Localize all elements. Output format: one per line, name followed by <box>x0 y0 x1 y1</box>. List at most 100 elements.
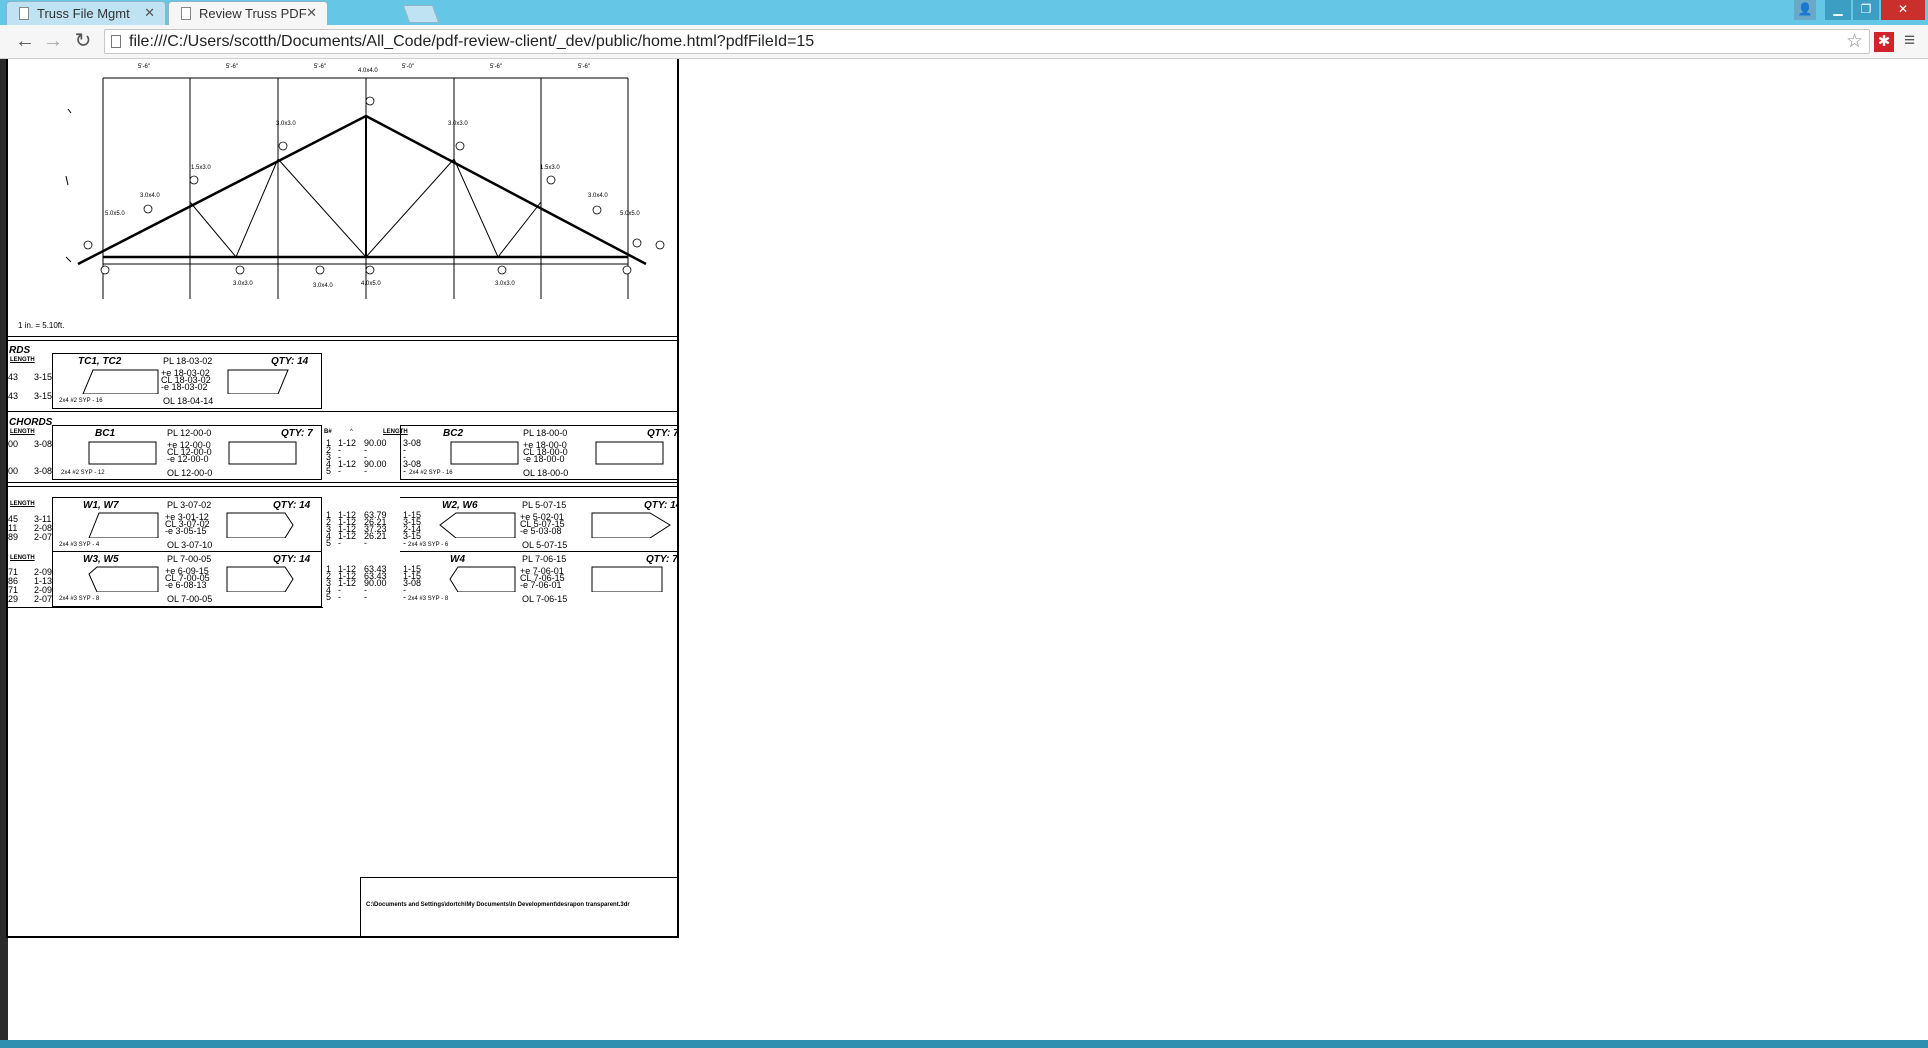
footer-path-box: C:\Documents and Settings\dortch\My Docu… <box>360 877 677 936</box>
new-tab-button[interactable] <box>402 5 440 23</box>
window-close-button[interactable]: ✕ <box>1881 0 1925 20</box>
section-heading: CHORDS <box>9 417 53 428</box>
member-ol: OL 18-04-14 <box>163 396 214 406</box>
back-button[interactable]: ← <box>14 30 36 52</box>
reload-button[interactable]: ↻ <box>72 30 94 52</box>
table-cell: 5 <box>326 592 332 602</box>
table-cell: 3-15 <box>34 391 53 401</box>
table-cell: - <box>338 538 341 548</box>
member-card-tc1-tc2: TC1, TC2 PL 18-03-02 QTY: 14 +e 18-03-02… <box>52 353 322 409</box>
member-ol: OL 18-00-0 <box>523 468 569 478</box>
dimension-label: 5'-6" <box>578 64 590 70</box>
column-header: LENGTH <box>10 555 35 561</box>
table-cell: 89 <box>8 532 19 542</box>
column-header: LENGTH <box>10 501 35 507</box>
page-content: 5'-6" 5'-6" 5'-6" 4.0x4.0 5'-0" 5'-6" 5'… <box>0 59 1928 1040</box>
plate-label: 3.0x4.0 <box>140 193 160 199</box>
divider <box>8 340 677 341</box>
plate-label: 3.0x3.0 <box>233 281 253 287</box>
member-shape <box>439 512 671 538</box>
member-lumber: 2x4 #3 SYP - 8 <box>408 596 449 602</box>
plate-label: 1.5x3.0 <box>540 165 560 171</box>
member-shape <box>88 441 297 465</box>
table-cell: 3-08 <box>34 439 53 449</box>
dimension-label: 5'-0" <box>402 64 414 70</box>
member-lumber: 2x4 #3 SYP - 4 <box>59 542 100 548</box>
plate-label: 3.0x3.0 <box>495 281 515 287</box>
table-cell: 90.00 <box>364 438 387 448</box>
member-ol: OL 3-07-10 <box>167 540 213 550</box>
plate-label: 3.0x3.0 <box>276 121 296 127</box>
page-icon <box>181 7 191 20</box>
table-cell: 00 <box>8 466 19 476</box>
plate-label: 3.0x4.0 <box>313 283 333 289</box>
url-text[interactable]: file:///C:/Users/scotth/Documents/All_Co… <box>129 33 814 51</box>
member-card-w3-w5: W3, W5 PL 7-00-05 QTY: 14 +e 6-09-15 CL … <box>52 551 322 607</box>
member-ol: OL 7-06-15 <box>522 594 568 604</box>
divider <box>8 336 677 337</box>
member-shape <box>449 566 663 592</box>
browser-titlebar: Truss File Mgmt ✕ Review Truss PDF ✕ 👤 ▁… <box>0 0 1928 25</box>
table-cell: 00 <box>8 439 19 449</box>
pdf-left-border <box>6 59 8 938</box>
member-shape <box>450 441 664 465</box>
pdf-page: 5'-6" 5'-6" 5'-6" 4.0x4.0 5'-0" 5'-6" 5'… <box>8 59 679 938</box>
member-shape <box>82 369 289 394</box>
browser-toolbar: ← → ↻ file:///C:/Users/scotth/Documents/… <box>0 25 1928 59</box>
plate-label: 5.0x5.0 <box>620 211 640 217</box>
page-icon <box>111 35 121 48</box>
forward-button[interactable]: → <box>42 30 64 52</box>
extension-icon[interactable]: ✱ <box>1874 32 1894 52</box>
tab-label: Truss File Mgmt <box>37 6 130 21</box>
divider <box>8 411 677 412</box>
member-card-w1-w7: W1, W7 PL 3-07-02 QTY: 14 +e 3-01-12 CL … <box>52 497 322 552</box>
dimension-label: 5'-6" <box>138 64 150 70</box>
table-cell: - <box>338 466 341 476</box>
column-header: LENGTH <box>10 429 35 435</box>
scale-note: 1 in. = 5.10ft. <box>18 321 65 330</box>
table-cell: - <box>364 466 367 476</box>
member-card-bc2: BC2 PL 18-00-0 QTY: 7 +e 18-00-0 CL 18-0… <box>400 425 677 480</box>
member-lumber: 2x4 #2 SYP - 12 <box>61 470 105 476</box>
table-cell: 2-07 <box>34 594 53 604</box>
member-ol: OL 12-00-0 <box>167 468 213 478</box>
tab-review-truss-pdf[interactable]: Review Truss PDF ✕ <box>168 1 328 25</box>
divider <box>8 482 677 483</box>
close-icon[interactable]: ✕ <box>306 5 317 21</box>
member-shape <box>88 512 294 538</box>
member-card-w4: W4 PL 7-06-15 QTY: 7 +e 7-06-01 CL 7-06-… <box>400 551 677 607</box>
dimension-label: 5'-6" <box>226 64 238 70</box>
dimension-label: 5'-6" <box>490 64 502 70</box>
table-cell: - <box>338 592 341 602</box>
taskbar <box>0 1040 1928 1048</box>
restore-button[interactable]: ❐ <box>1853 0 1879 20</box>
tab-label: Review Truss PDF <box>199 6 307 21</box>
member-shape <box>88 566 294 592</box>
table-cell: - <box>364 538 367 548</box>
table-cell: 5 <box>326 466 332 476</box>
user-icon[interactable]: 👤 <box>1794 0 1816 20</box>
table-cell: 2-07 <box>34 532 53 542</box>
menu-icon[interactable]: ≡ <box>1904 30 1915 52</box>
page-icon <box>19 7 29 20</box>
table-cell: 90.00 <box>364 459 387 469</box>
member-card-bc1: BC1 PL 12-00-0 QTY: 7 +e 12-00-0 CL 12-0… <box>52 425 322 480</box>
table-cell: 29 <box>8 594 19 604</box>
plate-label: 3.0x4.0 <box>588 193 608 199</box>
member-lumber: 2x4 #3 SYP - 8 <box>59 596 100 602</box>
minimize-button[interactable]: ▁ <box>1825 0 1851 20</box>
close-icon[interactable]: ✕ <box>144 5 155 21</box>
plate-label: 5.0x5.0 <box>105 211 125 217</box>
address-bar[interactable]: file:///C:/Users/scotth/Documents/All_Co… <box>104 29 1870 54</box>
member-lumber: 2x4 #2 SYP - 16 <box>59 398 103 404</box>
bookmark-star-icon[interactable]: ☆ <box>1846 30 1863 53</box>
member-ol: OL 7-00-05 <box>167 594 213 604</box>
truss-diagram <box>65 77 665 299</box>
member-lumber: 2x4 #2 SYP - 16 <box>409 470 453 476</box>
table-cell: 3-08 <box>34 466 53 476</box>
table-cell: - <box>364 592 367 602</box>
table-cell: 5 <box>326 538 332 548</box>
table-cell: 90.00 <box>364 578 387 588</box>
tab-truss-file-mgmt[interactable]: Truss File Mgmt ✕ <box>6 1 166 25</box>
plate-label: 1.5x3.0 <box>191 165 211 171</box>
